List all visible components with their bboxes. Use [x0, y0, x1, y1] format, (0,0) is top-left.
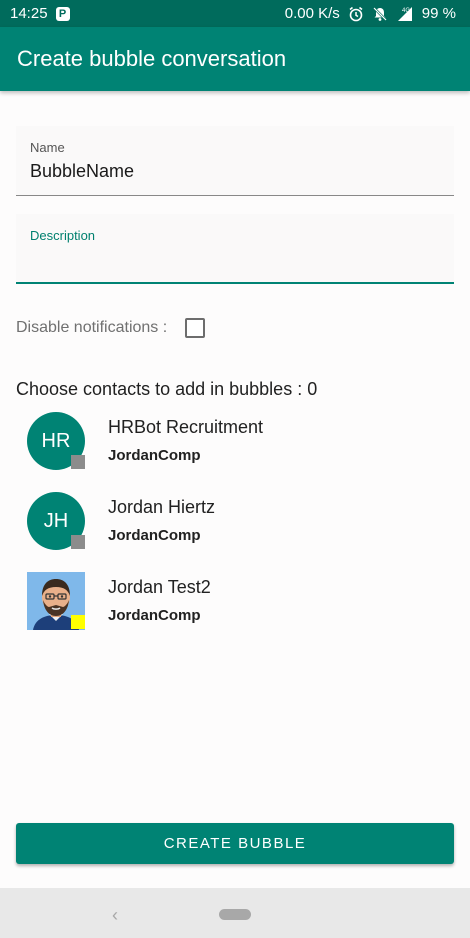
back-icon[interactable]: ‹: [112, 905, 118, 926]
network-speed: 0.00 K/s: [284, 5, 340, 22]
svg-text:4G: 4G: [402, 8, 410, 14]
disable-notifications-label: Disable notifications :: [16, 319, 168, 336]
app-bar: Create bubble conversation: [0, 27, 470, 91]
p-app-icon: P: [55, 6, 70, 21]
name-field[interactable]: Name BubbleName: [16, 126, 454, 196]
create-bubble-button[interactable]: CREATE BUBBLE: [16, 823, 454, 864]
avatar-initials: HR: [41, 429, 71, 452]
presence-status-icon: [71, 535, 85, 549]
contact-name: HRBot Recruitment: [108, 417, 264, 437]
navigation-bar: ‹: [0, 888, 470, 938]
name-input[interactable]: BubbleName: [30, 161, 134, 182]
status-bar: 14:25 P 0.00 K/s 4G 99 %: [0, 0, 470, 27]
battery-percent: 99 %: [421, 5, 456, 22]
contact-company: JordanComp: [108, 607, 201, 624]
description-field[interactable]: Description: [16, 214, 454, 284]
notifications-off-icon: [372, 6, 388, 22]
contact-item-hrbot[interactable]: HR HRBot Recruitment JordanComp: [27, 412, 447, 472]
status-time: 14:25: [10, 5, 48, 22]
contact-item-jordan-test2[interactable]: Jordan Test2 JordanComp: [27, 572, 447, 632]
contact-item-jordan-hiertz[interactable]: JH Jordan Hiertz JordanComp: [27, 492, 447, 552]
contact-company: JordanComp: [108, 527, 201, 544]
disable-notifications-row: Disable notifications :: [16, 318, 206, 338]
contacts-title: Choose contacts to add in bubbles : 0: [16, 379, 318, 399]
home-pill-icon[interactable]: [219, 909, 251, 920]
alarm-icon: [348, 6, 364, 22]
description-label: Description: [30, 228, 96, 243]
contact-company: JordanComp: [108, 447, 201, 464]
page-title: Create bubble conversation: [17, 46, 287, 71]
contact-name: Jordan Test2: [108, 577, 211, 597]
disable-notifications-checkbox[interactable]: [185, 318, 206, 338]
presence-status-icon: [71, 455, 85, 469]
signal-icon: 4G: [396, 6, 414, 22]
name-label: Name: [30, 140, 65, 155]
presence-status-icon: [71, 615, 85, 629]
contact-name: Jordan Hiertz: [108, 497, 216, 517]
avatar-initials: JH: [43, 509, 69, 532]
